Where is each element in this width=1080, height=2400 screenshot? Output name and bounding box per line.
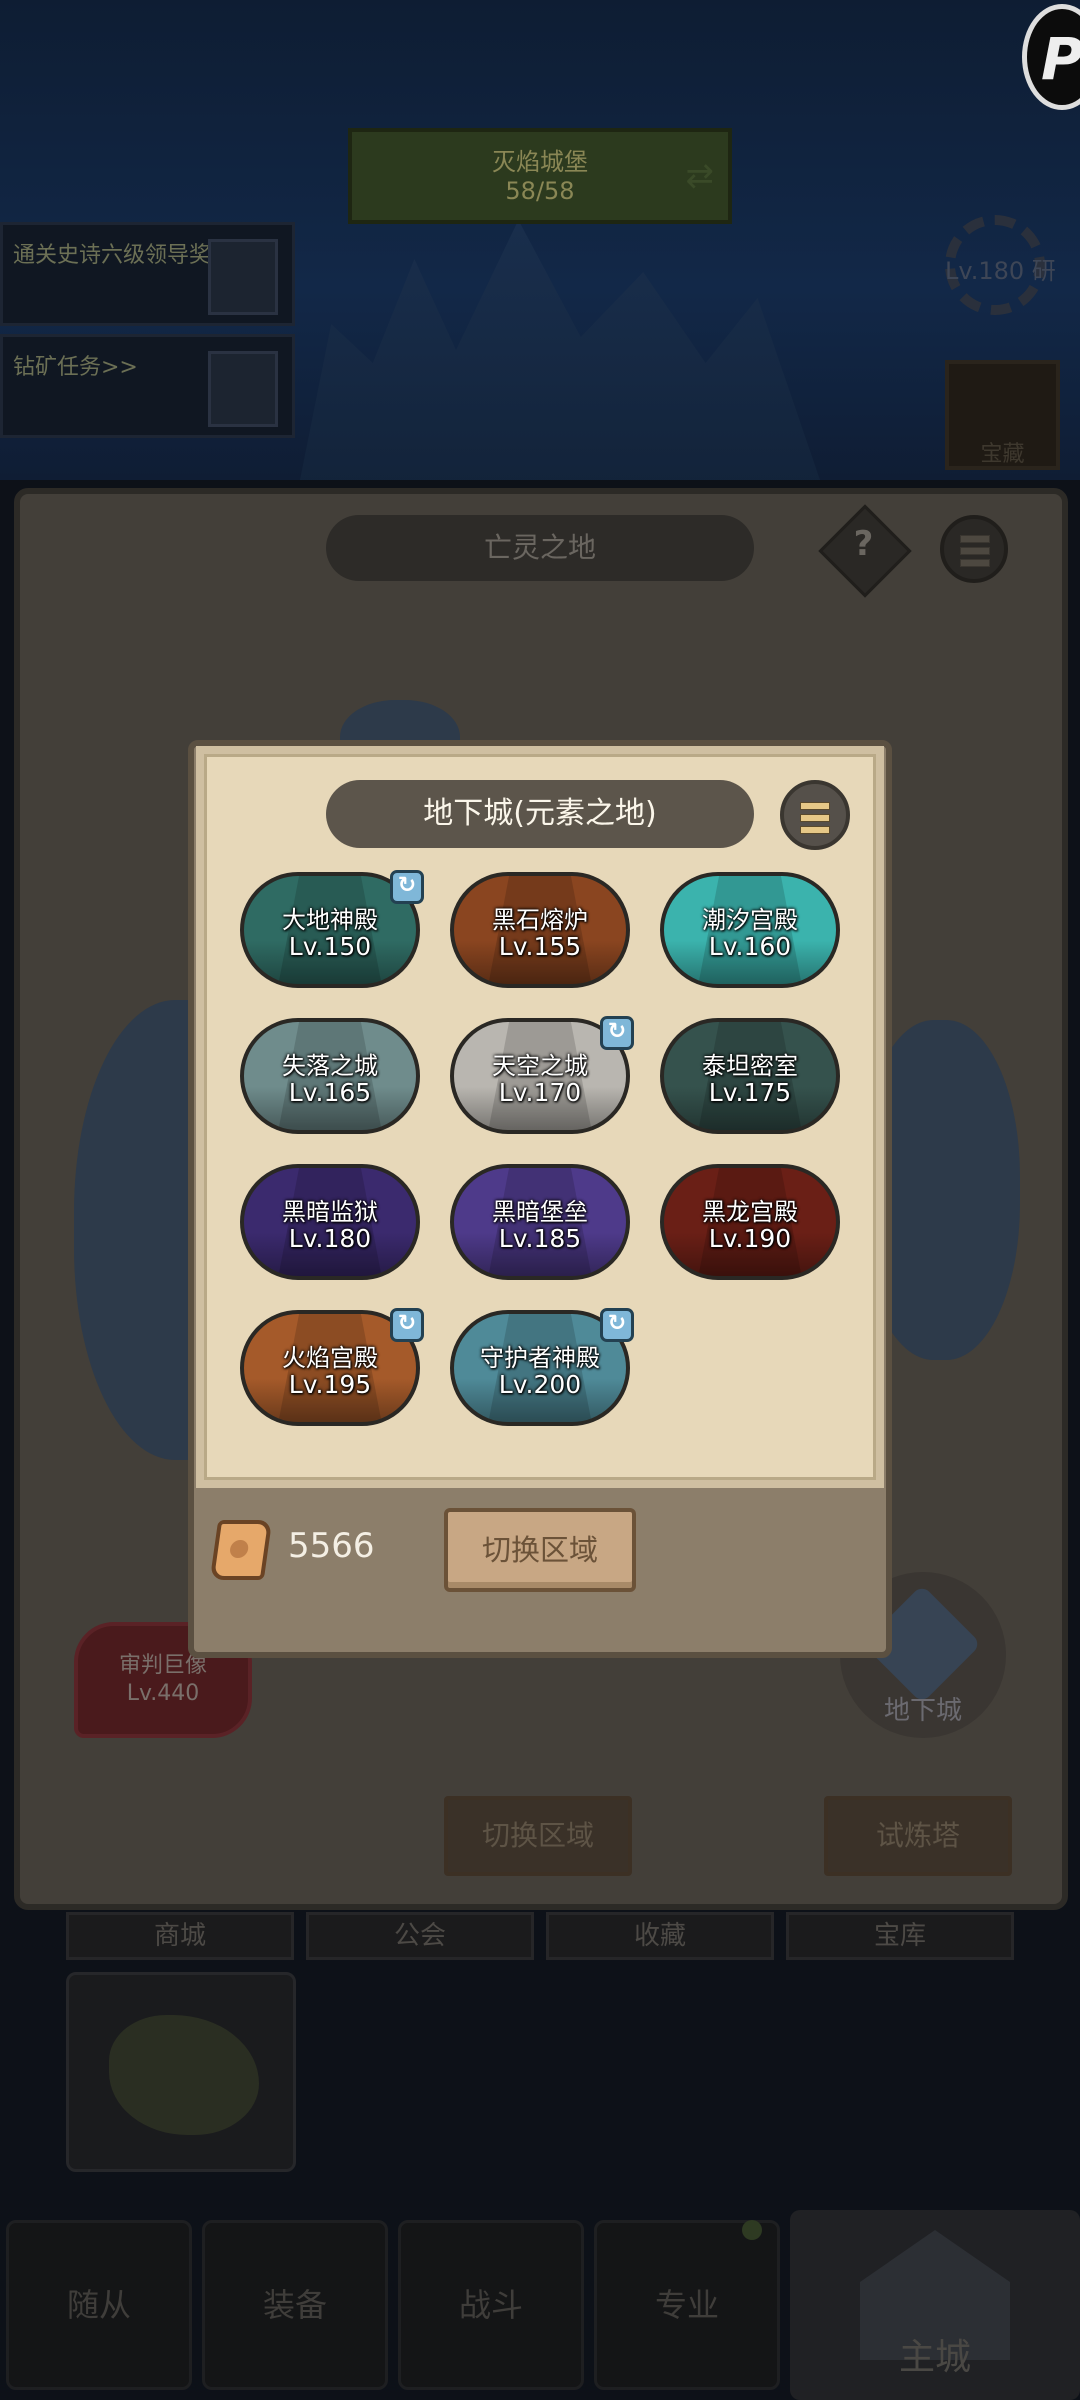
dungeon-name: 守护者神殿 bbox=[480, 1344, 600, 1372]
dungeon-level: Lv.170 bbox=[498, 1078, 582, 1107]
dungeon-name: 泰坦密室 bbox=[702, 1052, 798, 1080]
dungeon-level: Lv.180 bbox=[288, 1224, 372, 1253]
dungeon-level: Lv.200 bbox=[498, 1370, 582, 1399]
dungeon-tile[interactable]: 潮汐宫殿 Lv.160 bbox=[660, 872, 840, 988]
side-quest-text: 通关史诗六级领导奖 bbox=[13, 243, 212, 268]
research-widget[interactable]: Lv.180 研 bbox=[945, 215, 1065, 315]
nav-battle[interactable]: 战斗 bbox=[398, 2220, 584, 2390]
dungeon-level: Lv.195 bbox=[288, 1370, 372, 1399]
tab-vault[interactable]: 宝库 bbox=[786, 1912, 1014, 1960]
dungeon-level: Lv.175 bbox=[708, 1078, 792, 1107]
side-task-slot bbox=[208, 351, 278, 427]
dungeon-level: Lv.160 bbox=[708, 932, 792, 961]
swirl-icon: ↻ bbox=[600, 1016, 634, 1050]
scroll-icon bbox=[209, 1520, 273, 1580]
dungeon-name: 天空之城 bbox=[492, 1052, 588, 1080]
menu-icon bbox=[960, 535, 990, 567]
top-banner[interactable]: 灭焰城堡 58/58 ⇄ bbox=[348, 128, 732, 224]
nav-main-city[interactable]: 主城 bbox=[790, 2210, 1080, 2400]
dungeon-name: 火焰宫殿 bbox=[282, 1344, 378, 1372]
dungeon-entry-label: 地下城 bbox=[883, 1696, 962, 1726]
dungeon-level: Lv.190 bbox=[708, 1224, 792, 1253]
treasure-label: 宝藏 bbox=[980, 442, 1025, 467]
swirl-icon: ↻ bbox=[390, 870, 424, 904]
dungeon-tile[interactable]: 泰坦密室 Lv.175 bbox=[660, 1018, 840, 1134]
dungeon-name: 失落之城 bbox=[282, 1052, 378, 1080]
trial-tower-button[interactable]: 试炼塔 bbox=[824, 1796, 1012, 1876]
dungeon-tile[interactable]: 黑暗堡垒 Lv.185 bbox=[450, 1164, 630, 1280]
top-banner-progress: 58/58 bbox=[505, 177, 575, 205]
side-task-card[interactable]: 钻矿任务>> bbox=[0, 334, 295, 438]
dungeon-level: Lv.150 bbox=[288, 932, 372, 961]
pet-slot[interactable] bbox=[66, 1972, 296, 2172]
dungeon-tile[interactable]: 黑石熔炉 Lv.155 bbox=[450, 872, 630, 988]
dragon-icon bbox=[109, 2015, 259, 2135]
side-quest-card[interactable]: 通关史诗六级领导奖 bbox=[0, 222, 295, 326]
side-task-text: 钻矿任务>> bbox=[13, 355, 138, 380]
dungeon-name: 黑暗堡垒 bbox=[492, 1198, 588, 1226]
dungeon-name: 黑暗监狱 bbox=[282, 1198, 378, 1226]
nav-profession[interactable]: 专业 bbox=[594, 2220, 780, 2390]
dungeon-level: Lv.165 bbox=[288, 1078, 372, 1107]
swirl-icon: ↻ bbox=[390, 1308, 424, 1342]
modal-menu-button[interactable] bbox=[780, 780, 850, 850]
swap-arrows-icon: ⇄ bbox=[685, 156, 715, 196]
dungeon-name: 潮汐宫殿 bbox=[702, 906, 798, 934]
dungeon-tile[interactable]: 黑龙宫殿 Lv.190 bbox=[660, 1164, 840, 1280]
boss-level: Lv.440 bbox=[126, 1681, 200, 1706]
region-title: 亡灵之地 bbox=[326, 515, 754, 581]
tab-collection[interactable]: 收藏 bbox=[546, 1912, 774, 1960]
menu-icon bbox=[800, 802, 830, 834]
region-menu-button[interactable] bbox=[940, 515, 1008, 583]
side-quest-slot bbox=[208, 239, 278, 315]
dungeon-level: Lv.185 bbox=[498, 1224, 582, 1253]
swirl-icon: ↻ bbox=[600, 1308, 634, 1342]
notification-dot bbox=[742, 2220, 762, 2240]
modal-title: 地下城(元素之地) bbox=[326, 780, 754, 848]
castle-silhouette bbox=[300, 220, 820, 480]
question-icon: ? bbox=[853, 523, 874, 564]
nav-followers[interactable]: 随从 bbox=[6, 2220, 192, 2390]
switch-region-button-bg[interactable]: 切换区域 bbox=[444, 1796, 632, 1876]
tab-shop[interactable]: 商城 bbox=[66, 1912, 294, 1960]
dungeon-name: 黑石熔炉 bbox=[492, 906, 588, 934]
top-banner-title: 灭焰城堡 bbox=[492, 148, 588, 176]
scroll-count: 5566 bbox=[288, 1526, 375, 1566]
badge-letter: P bbox=[1041, 25, 1080, 93]
switch-region-button[interactable]: 切换区域 bbox=[444, 1508, 636, 1592]
nav-equipment[interactable]: 装备 bbox=[202, 2220, 388, 2390]
nav-main-city-label: 主城 bbox=[898, 2337, 971, 2378]
tab-guild[interactable]: 公会 bbox=[306, 1912, 534, 1960]
dungeon-name: 黑龙宫殿 bbox=[702, 1198, 798, 1226]
dungeon-level: Lv.155 bbox=[498, 932, 582, 961]
dungeon-tile[interactable]: 失落之城 Lv.165 bbox=[240, 1018, 420, 1134]
treasure-widget[interactable]: 宝藏 bbox=[945, 360, 1060, 470]
research-label: Lv.180 研 bbox=[945, 257, 1056, 285]
dungeon-name: 大地神殿 bbox=[282, 906, 378, 934]
dungeon-tile[interactable]: 黑暗监狱 Lv.180 bbox=[240, 1164, 420, 1280]
